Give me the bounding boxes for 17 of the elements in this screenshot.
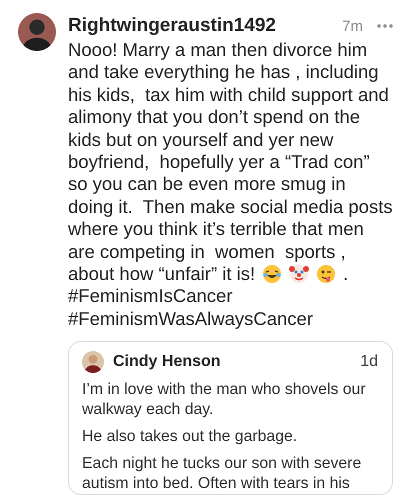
hashtag[interactable]: #FeminismWasAlwaysCancer <box>68 308 314 329</box>
quoted-username[interactable]: Cindy Henson <box>113 353 352 372</box>
winking-face-icon <box>316 264 336 284</box>
post-text: . <box>343 263 348 286</box>
quoted-post-card[interactable]: Cindy Henson 1d I’m in love with the man who shovels our walkway each day. He also takes out the garbage. Each night he tucks our son with severe autism into bed. Often with tears in his <box>68 341 393 496</box>
username[interactable]: Rightwingeraustin1492 <box>68 15 334 37</box>
avatar[interactable] <box>18 13 56 51</box>
laughing-face-icon <box>262 264 282 284</box>
quoted-post-text: He also takes out the garbage. <box>82 427 298 448</box>
post-time: 7m <box>342 18 363 34</box>
avatar[interactable] <box>82 351 104 374</box>
post-text: about how “unfair” it is! <box>68 263 256 286</box>
quoted-post-text: Each night he tucks our son with severe autism into bed. Often with tears in his <box>82 454 362 494</box>
clown-face-icon <box>289 264 310 284</box>
hashtag[interactable]: #FeminismIsCancer <box>68 285 232 306</box>
quoted-post-text: I’m in love with the man who shovels our walkway each day. <box>82 380 367 420</box>
quoted-post-time: 1d <box>360 353 378 372</box>
